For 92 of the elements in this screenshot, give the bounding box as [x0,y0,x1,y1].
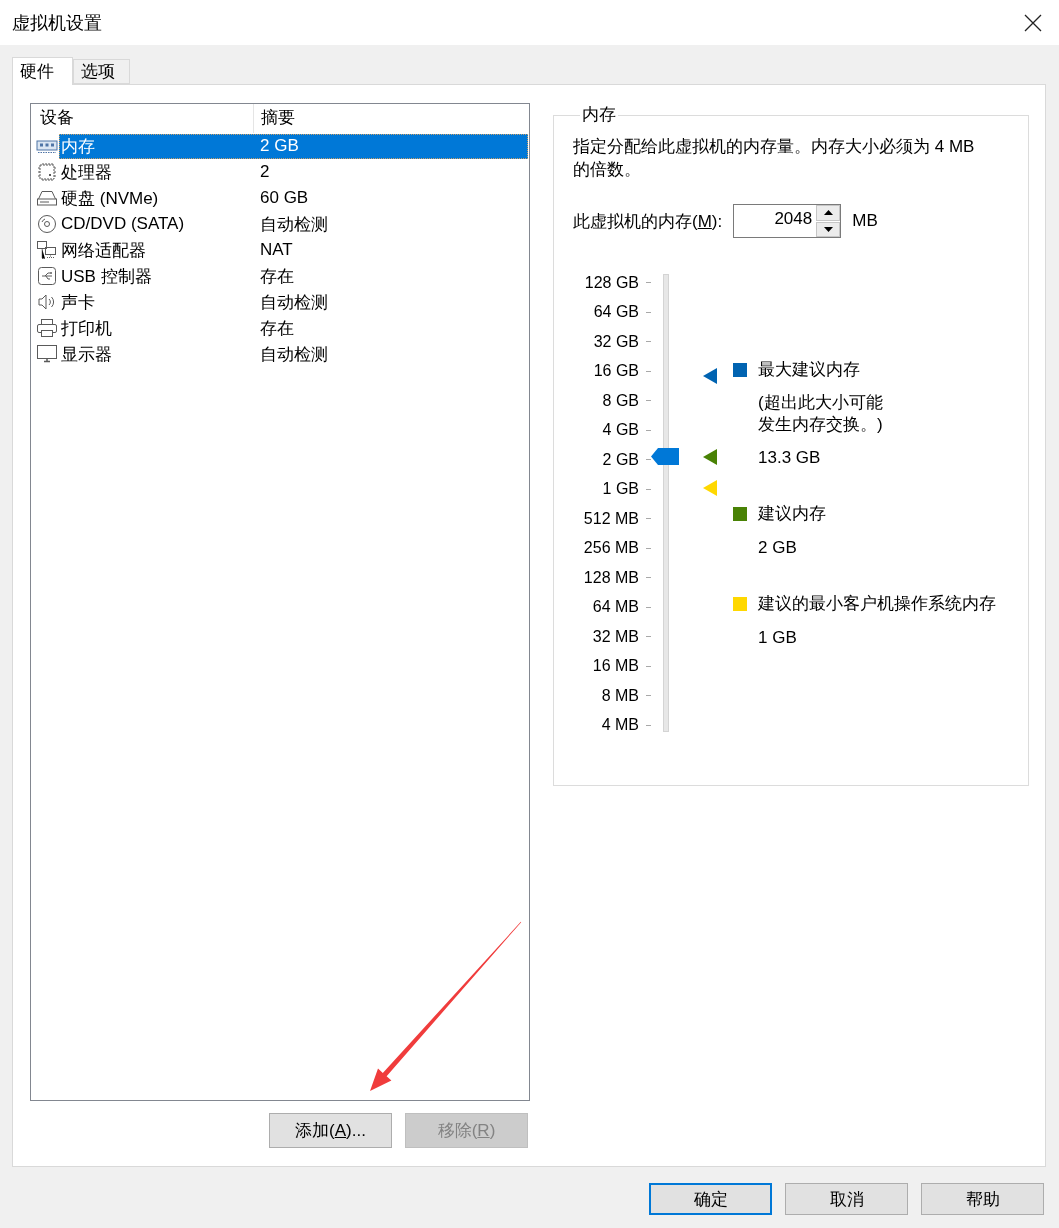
tick-label: 512 MB [583,509,639,528]
device-name: 内存 [60,135,96,158]
legend-note: (超出此大小可能发生内存交换。) [758,392,884,436]
device-name: CD/DVD (SATA) [60,214,186,234]
tick-label: 64 GB [593,303,639,322]
tick-mark [646,577,651,579]
device-name: USB 控制器 [60,265,153,288]
monitor-icon [36,344,58,364]
device-row[interactable]: 网络适配器 NAT [59,237,528,263]
tick-mark [646,429,651,431]
tick-label: 64 MB [592,598,639,617]
tick-label: 1 GB [602,480,639,499]
device-name: 打印机 [60,317,113,340]
window-title: 虚拟机设置 [12,11,102,35]
description-text: 指定分配给此虚拟机的内存量。内存大小必须为 4 MB 的倍数。 [573,136,976,181]
tick-mark [646,311,651,313]
usb-icon [36,266,58,286]
device-summary: 60 GB [259,188,309,208]
tick-label: 2 GB [602,450,639,469]
device-summary: NAT [259,240,293,260]
spin-up-button[interactable] [816,205,841,221]
device-summary: 自动检测 [259,291,328,314]
tick-mark [646,665,651,667]
device-row[interactable]: 内存 2 GB [59,133,528,159]
tab[interactable]: 硬件 [12,57,73,85]
tick-label: 4 GB [602,421,639,440]
legend-label: 建议的最小客户机操作系统内存 [758,593,996,615]
column-header[interactable]: 设备 [31,104,254,133]
network-icon [36,240,58,260]
tick-label: 256 MB [583,539,639,558]
dialog-button[interactable]: 取消 [785,1183,908,1215]
caret-up-icon [823,210,833,216]
disc-icon [36,214,58,234]
device-name: 声卡 [60,291,96,314]
device-summary: 自动检测 [259,213,328,236]
tick-mark [646,400,651,402]
tab[interactable]: 选项 [73,59,130,84]
device-row[interactable]: 声卡 自动检测 [59,289,528,315]
dialog-button[interactable]: 确定 [649,1183,772,1215]
device-row[interactable]: 处理器 2 [59,159,528,185]
dialog-button[interactable]: 帮助 [921,1183,1044,1215]
device-summary: 存在 [259,265,294,288]
tick-mark [646,459,651,461]
tick-mark [646,636,651,638]
device-name: 显示器 [60,343,113,366]
tick-label: 8 MB [601,686,639,705]
device-name: 网络适配器 [60,239,147,262]
device-row[interactable]: 打印机 存在 [59,315,528,341]
legend-value: 1 GB [758,627,798,649]
tick-label: 8 GB [602,391,639,410]
tick-mark [646,341,651,343]
tick-label: 32 MB [592,627,639,646]
drive-icon [36,188,58,208]
tick-mark [646,724,651,726]
device-summary: 存在 [259,317,294,340]
slider-track[interactable] [651,273,717,732]
device-row[interactable]: CD/DVD (SATA) 自动检测 [59,211,528,237]
chip-icon [36,162,58,182]
tick-mark [646,488,651,490]
tick-label: 128 MB [583,568,639,587]
tick-label: 32 GB [593,332,639,351]
close-icon[interactable] [1024,13,1042,32]
tick-label: 16 GB [593,362,639,381]
unit-label: MB [852,211,878,231]
device-name: 处理器 [60,161,113,184]
tick-mark [646,282,651,284]
device-summary: 2 GB [259,136,299,156]
caret-down-icon [823,226,833,232]
printer-icon [36,318,58,338]
tick-mark [646,695,651,697]
device-row[interactable]: USB 控制器 存在 [59,263,528,289]
device-row[interactable]: 显示器 自动检测 [59,341,528,367]
device-name: 硬盘 (NVMe) [60,187,160,210]
tick-label: 128 GB [584,273,639,292]
slider-thumb[interactable] [651,448,679,466]
tick-label: 4 MB [601,716,639,735]
legend-value: 13.3 GB [758,447,822,469]
tick-mark [646,518,651,520]
group-title: 内存 [581,104,617,126]
tick-mark [646,370,651,372]
device-summary: 自动检测 [259,343,328,366]
tick-mark [646,606,651,608]
tick-mark [646,547,651,549]
column-header[interactable]: 摘要 [254,104,529,133]
device-summary: 2 [259,162,270,182]
device-row[interactable]: 硬盘 (NVMe) 60 GB [59,185,528,211]
legend-value: 2 GB [758,537,798,559]
legend-label: 建议内存 [758,503,827,525]
legend-label: 最大建议内存 [758,359,861,381]
tick-label: 16 MB [592,657,639,676]
memory-field-label: 此虚拟机的内存(M): [573,210,723,233]
add-button[interactable]: 添加(A)... [269,1113,392,1148]
